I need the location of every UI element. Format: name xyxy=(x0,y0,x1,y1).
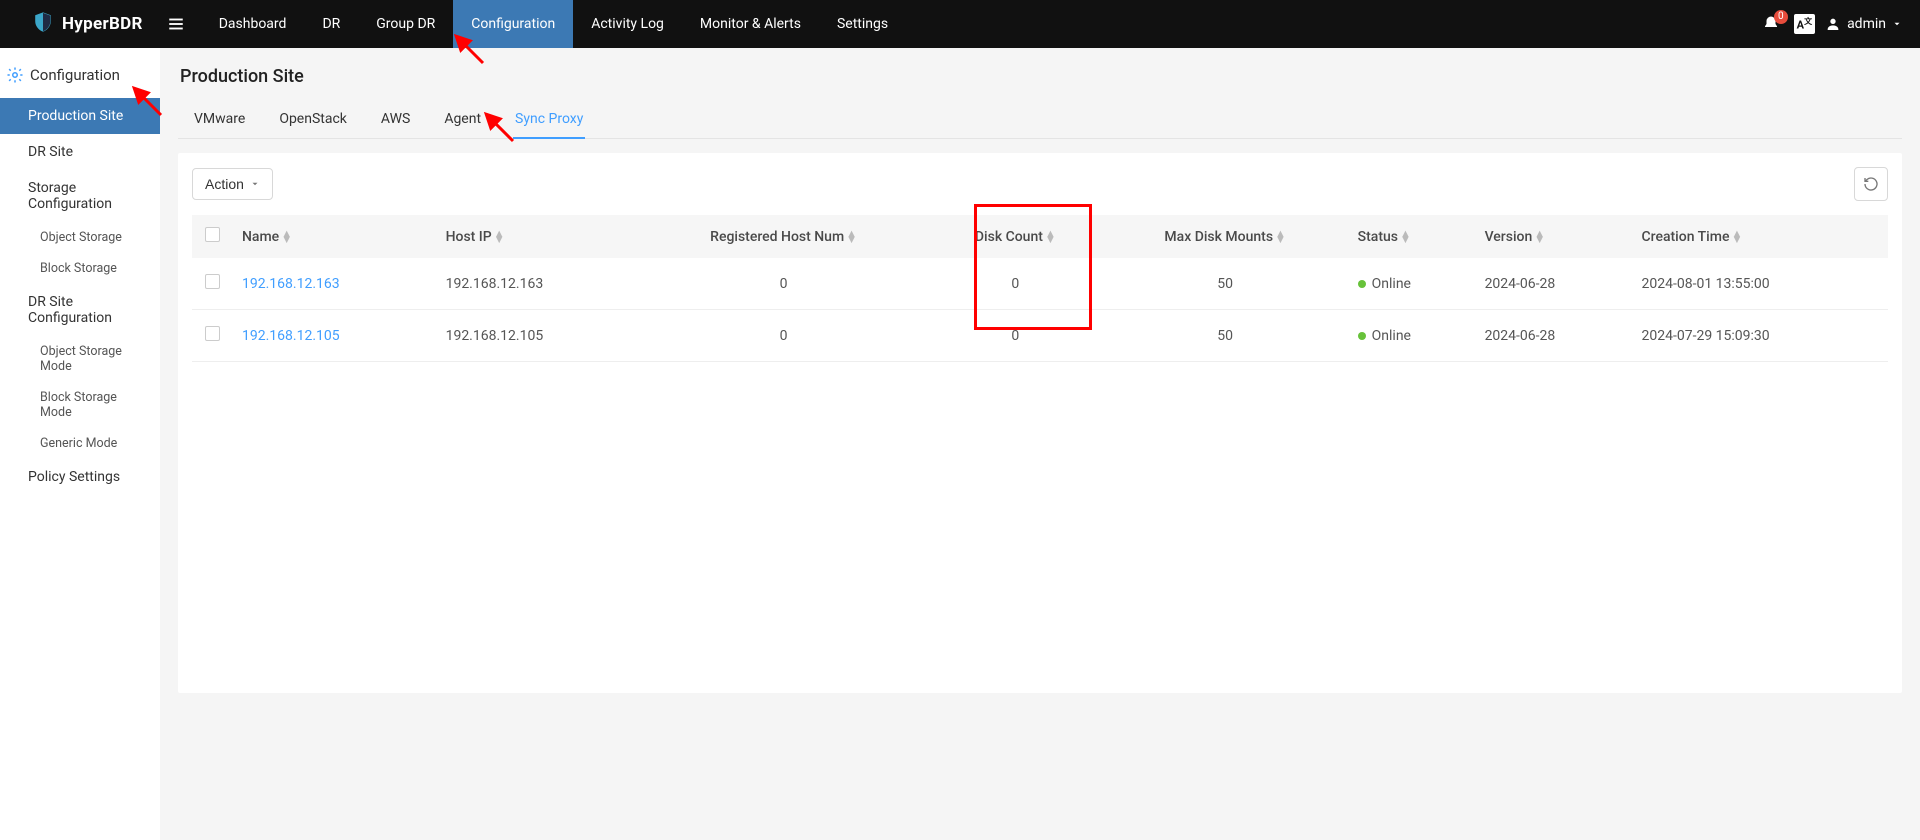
content-panel: Action Name▲▼ Host IP▲▼ Registered Host … xyxy=(178,153,1902,693)
col-reg-num: Registered Host Num▲▼ xyxy=(639,215,928,258)
col-disk-count: Disk Count▲▼ xyxy=(928,215,1103,258)
user-icon xyxy=(1825,16,1841,32)
col-name: Name▲▼ xyxy=(232,215,436,258)
tab-openstack[interactable]: OpenStack xyxy=(277,101,349,139)
cell-disk-count: 0 xyxy=(928,310,1103,362)
top-nav-bar: HyperBDR Dashboard DR Group DR Configura… xyxy=(0,0,1920,48)
notification-badge: 0 xyxy=(1774,10,1788,24)
user-menu[interactable]: admin xyxy=(1825,16,1902,32)
menu-toggle-icon[interactable] xyxy=(159,15,201,33)
nav-dr[interactable]: DR xyxy=(304,0,358,48)
cell-host-ip: 192.168.12.105 xyxy=(436,310,640,362)
cell-max-mounts: 50 xyxy=(1103,310,1348,362)
cell-disk-count: 0 xyxy=(928,258,1103,310)
sort-icon[interactable]: ▲▼ xyxy=(494,231,505,243)
table-row: 192.168.12.105 192.168.12.105 0 0 50 Onl… xyxy=(192,310,1888,362)
sidebar: Configuration Production Site DR Site St… xyxy=(0,48,160,840)
user-name: admin xyxy=(1847,16,1886,32)
refresh-button[interactable] xyxy=(1854,167,1888,201)
cell-max-mounts: 50 xyxy=(1103,258,1348,310)
col-ctime: Creation Time▲▼ xyxy=(1632,215,1888,258)
app-name: HyperBDR xyxy=(62,14,143,34)
sort-icon[interactable]: ▲▼ xyxy=(1400,231,1411,243)
cell-ctime: 2024-07-29 15:09:30 xyxy=(1632,310,1888,362)
page-title: Production Site xyxy=(178,66,1902,87)
sync-proxy-table: Name▲▼ Host IP▲▼ Registered Host Num▲▼ D… xyxy=(192,215,1888,362)
cell-status: Online xyxy=(1348,310,1475,362)
cell-version: 2024-06-28 xyxy=(1475,258,1632,310)
sidebar-item-policy-settings[interactable]: Policy Settings xyxy=(0,459,160,495)
sidebar-sub-generic-mode[interactable]: Generic Mode xyxy=(0,428,160,459)
status-dot-icon xyxy=(1358,280,1366,288)
main-layout: Configuration Production Site DR Site St… xyxy=(0,48,1920,840)
sort-icon[interactable]: ▲▼ xyxy=(1275,231,1286,243)
sort-icon[interactable]: ▲▼ xyxy=(846,231,857,243)
gear-icon xyxy=(6,66,24,84)
sidebar-sub-object-storage[interactable]: Object Storage xyxy=(0,222,160,253)
nav-group-dr[interactable]: Group DR xyxy=(358,0,453,48)
tab-aws[interactable]: AWS xyxy=(379,101,412,139)
sort-icon[interactable]: ▲▼ xyxy=(1045,231,1056,243)
tab-agent[interactable]: Agent xyxy=(442,101,483,139)
tab-sync-proxy[interactable]: Sync Proxy xyxy=(513,101,585,139)
cell-status: Online xyxy=(1348,258,1475,310)
row-checkbox[interactable] xyxy=(205,326,220,341)
sidebar-sub-object-storage-mode[interactable]: Object Storage Mode xyxy=(0,336,160,382)
nav-monitor-alerts[interactable]: Monitor & Alerts xyxy=(682,0,819,48)
main-content: Production Site VMware OpenStack AWS Age… xyxy=(160,48,1920,840)
nav-configuration[interactable]: Configuration xyxy=(453,0,573,48)
status-dot-icon xyxy=(1358,332,1366,340)
top-nav: Dashboard DR Group DR Configuration Acti… xyxy=(201,0,906,48)
sidebar-item-storage-config[interactable]: Storage Configuration xyxy=(0,170,160,222)
action-dropdown[interactable]: Action xyxy=(192,168,273,200)
sidebar-sub-block-storage-mode[interactable]: Block Storage Mode xyxy=(0,382,160,428)
table-row: 192.168.12.163 192.168.12.163 0 0 50 Onl… xyxy=(192,258,1888,310)
refresh-icon xyxy=(1863,176,1879,192)
sidebar-sub-block-storage[interactable]: Block Storage xyxy=(0,253,160,284)
sort-icon[interactable]: ▲▼ xyxy=(281,231,292,243)
language-toggle[interactable]: A文 xyxy=(1794,14,1815,34)
cell-reg-num: 0 xyxy=(639,258,928,310)
col-host-ip: Host IP▲▼ xyxy=(436,215,640,258)
cell-reg-num: 0 xyxy=(639,310,928,362)
cell-host-ip: 192.168.12.163 xyxy=(436,258,640,310)
cell-ctime: 2024-08-01 13:55:00 xyxy=(1632,258,1888,310)
shield-icon xyxy=(32,11,54,38)
sub-tabs: VMware OpenStack AWS Agent Sync Proxy xyxy=(178,101,1902,139)
row-name-link[interactable]: 192.168.12.105 xyxy=(242,328,340,344)
topbar-right: 0 A文 admin xyxy=(1758,14,1920,34)
cell-version: 2024-06-28 xyxy=(1475,310,1632,362)
chevron-down-icon xyxy=(1892,19,1902,29)
row-name-link[interactable]: 192.168.12.163 xyxy=(242,276,340,292)
sidebar-item-production-site[interactable]: Production Site xyxy=(0,98,160,134)
chevron-down-icon xyxy=(250,179,260,189)
row-checkbox[interactable] xyxy=(205,274,220,289)
panel-toolbar: Action xyxy=(192,167,1888,201)
col-max-mounts: Max Disk Mounts▲▼ xyxy=(1103,215,1348,258)
nav-activity-log[interactable]: Activity Log xyxy=(573,0,682,48)
sort-icon[interactable]: ▲▼ xyxy=(1534,231,1545,243)
sort-icon[interactable]: ▲▼ xyxy=(1731,231,1742,243)
nav-settings[interactable]: Settings xyxy=(819,0,906,48)
app-logo: HyperBDR xyxy=(0,11,159,38)
sidebar-title: Configuration xyxy=(0,62,160,98)
nav-dashboard[interactable]: Dashboard xyxy=(201,0,305,48)
sidebar-item-dr-site[interactable]: DR Site xyxy=(0,134,160,170)
select-all-checkbox[interactable] xyxy=(205,227,220,242)
tab-vmware[interactable]: VMware xyxy=(192,101,247,139)
col-status: Status▲▼ xyxy=(1348,215,1475,258)
notifications-button[interactable]: 0 xyxy=(1758,15,1784,33)
col-version: Version▲▼ xyxy=(1475,215,1632,258)
sidebar-item-dr-site-config[interactable]: DR Site Configuration xyxy=(0,284,160,336)
